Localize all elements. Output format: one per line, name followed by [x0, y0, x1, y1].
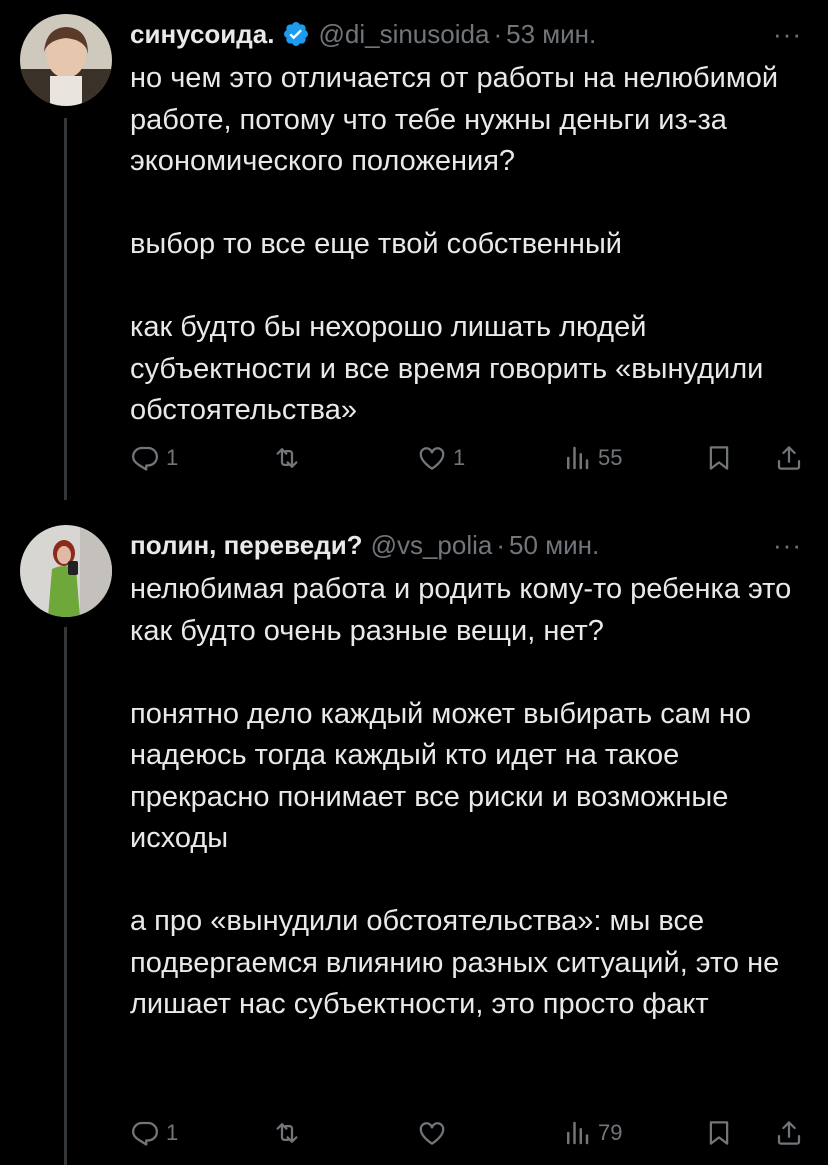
- avatar[interactable]: [20, 525, 112, 617]
- reply-button[interactable]: 1: [130, 1113, 178, 1153]
- thread-line: [64, 627, 67, 1165]
- reply-count: 1: [166, 445, 179, 470]
- tweet-header: полин, переведи? @vs_polia · 50 мин.: [130, 525, 599, 565]
- tweet-paragraph: нелюбимая работа и родить кому-то ребенк…: [130, 573, 792, 647]
- timestamp[interactable]: 50 мин.: [509, 530, 599, 561]
- views-icon: [567, 1121, 589, 1145]
- tweet[interactable]: полин, переведи? @vs_polia · 50 мин. ···…: [0, 505, 828, 1165]
- author-name[interactable]: полин, переведи?: [130, 530, 363, 561]
- views-button[interactable]: 55: [562, 438, 622, 478]
- bookmark-icon: [709, 446, 729, 470]
- author-handle[interactable]: @vs_polia: [371, 530, 493, 561]
- share-icon: [777, 1121, 801, 1145]
- views-count: 79: [598, 1120, 623, 1145]
- more-options-icon[interactable]: ···: [773, 525, 802, 565]
- bookmark-icon: [709, 1121, 729, 1145]
- tweet-text: но чем это отличается от работы на нелюб…: [130, 58, 810, 432]
- reply-count: 1: [166, 1120, 179, 1145]
- thread-line: [64, 118, 67, 500]
- tweet-paragraph: выбор то все еще твой собственный: [130, 228, 622, 260]
- share-icon: [777, 446, 801, 470]
- action-bar: 1 1 55: [130, 438, 810, 478]
- tweet-paragraph: понятно дело каждый может выбирать сам н…: [130, 697, 751, 855]
- action-bar: 1 79: [130, 1113, 810, 1153]
- tweet-paragraph: но чем это отличается от работы на нелюб…: [130, 62, 779, 177]
- reply-icon: [132, 446, 158, 471]
- share-button[interactable]: [774, 438, 804, 478]
- reply-button[interactable]: 1: [130, 438, 178, 478]
- retweet-button[interactable]: [272, 438, 308, 478]
- like-count: 1: [453, 445, 466, 470]
- views-button[interactable]: 79: [562, 1113, 622, 1153]
- bookmark-button[interactable]: [704, 438, 734, 478]
- author-handle[interactable]: @di_sinusoida: [318, 19, 489, 50]
- reply-icon: [132, 1121, 158, 1146]
- heart-icon: [419, 447, 445, 470]
- tweet-header: синусоида. @di_sinusoida · 53 мин.: [130, 14, 596, 54]
- more-options-icon[interactable]: ···: [773, 14, 802, 54]
- tweet-text: нелюбимая работа и родить кому-то ребенк…: [130, 569, 810, 1026]
- author-name[interactable]: синусоида.: [130, 19, 274, 50]
- views-count: 55: [598, 445, 623, 470]
- like-button[interactable]: [417, 1113, 453, 1153]
- separator-dot: ·: [496, 529, 506, 560]
- bookmark-button[interactable]: [704, 1113, 734, 1153]
- retweet-button[interactable]: [272, 1113, 308, 1153]
- tweet[interactable]: синусоида. @di_sinusoida · 53 мин. ··· н…: [0, 0, 828, 500]
- tweet-paragraph: как будто бы нехорошо лишать людей субъе…: [130, 311, 764, 426]
- retweet-icon: [276, 1123, 298, 1143]
- avatar[interactable]: [20, 14, 112, 106]
- heart-icon: [419, 1122, 445, 1145]
- tweet-paragraph: а про «вынудили обстоятельства»: мы все …: [130, 905, 780, 1020]
- timestamp[interactable]: 53 мин.: [506, 19, 596, 50]
- retweet-icon: [276, 448, 298, 468]
- separator-dot: ·: [493, 18, 503, 49]
- like-button[interactable]: 1: [417, 438, 465, 478]
- share-button[interactable]: [774, 1113, 804, 1153]
- verified-badge-icon: [282, 20, 310, 48]
- views-icon: [567, 446, 589, 470]
